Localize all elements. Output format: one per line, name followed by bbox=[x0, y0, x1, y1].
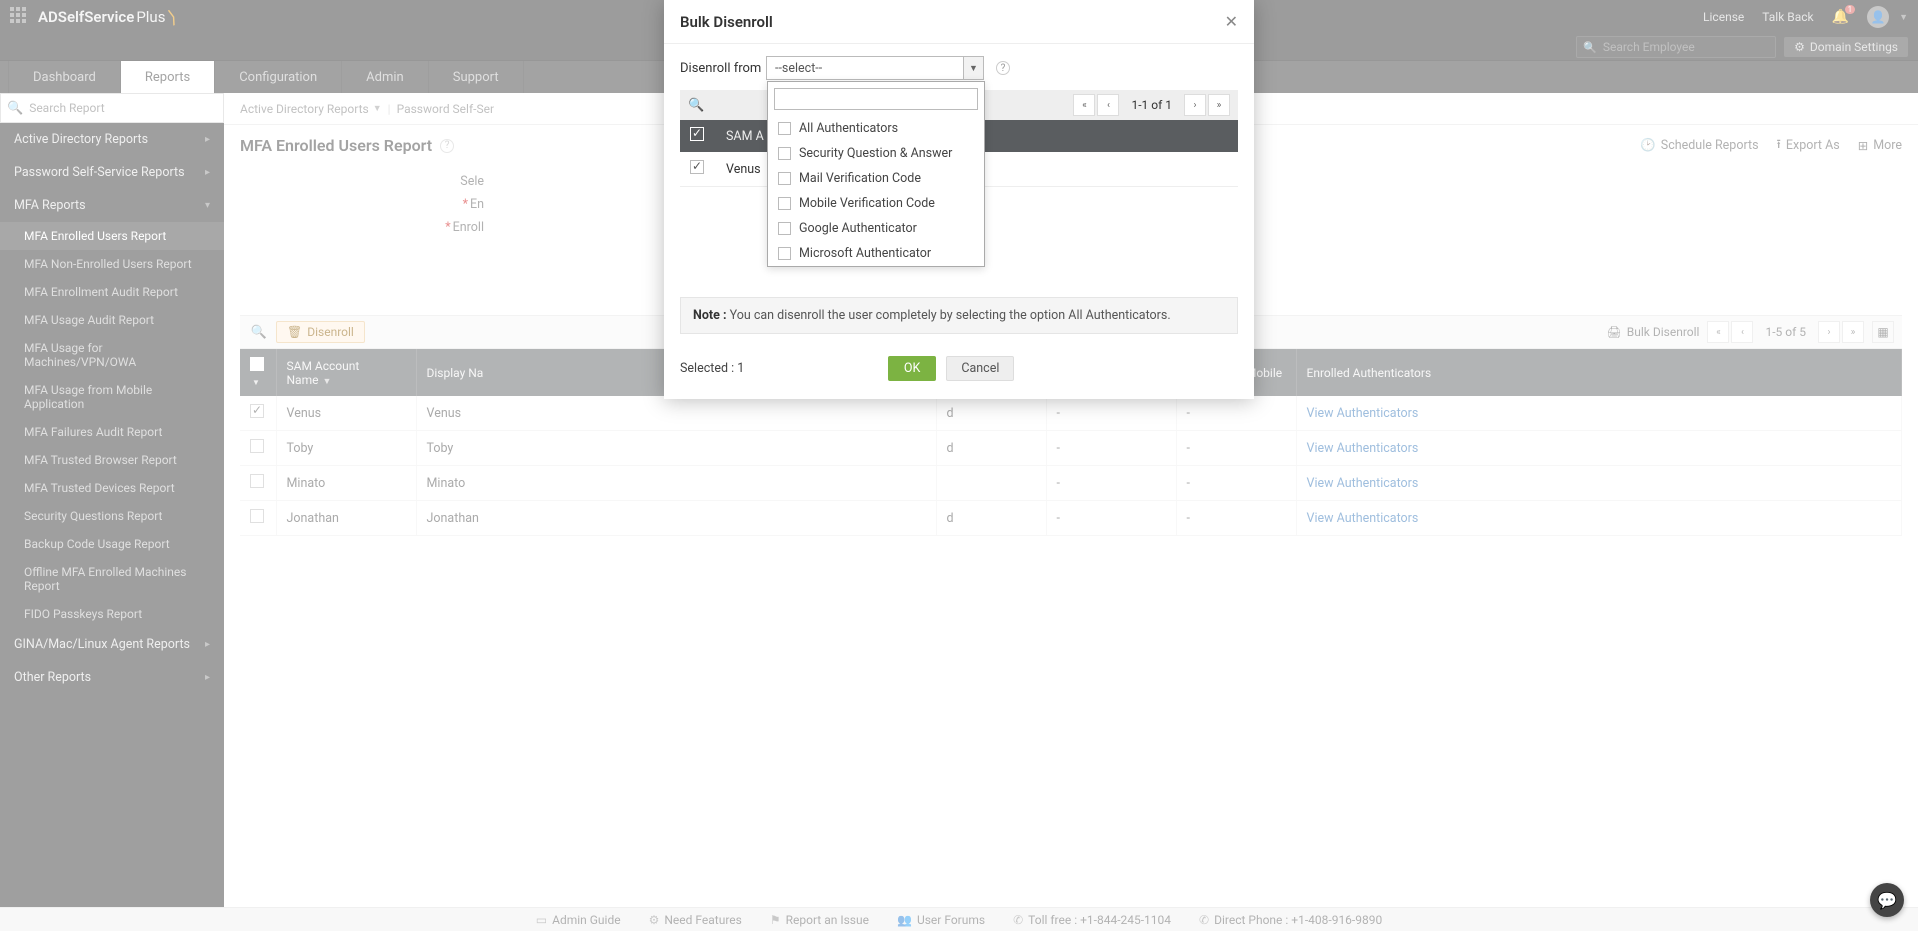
close-icon[interactable]: ✕ bbox=[1225, 12, 1238, 31]
disenroll-from-select[interactable]: --select-- ▼ All AuthenticatorsSecurity … bbox=[766, 56, 984, 80]
dropdown-panel: All AuthenticatorsSecurity Question & An… bbox=[767, 81, 985, 267]
modal-title: Bulk Disenroll bbox=[680, 13, 773, 31]
pager-next-button[interactable]: › bbox=[1184, 94, 1206, 116]
pager-first-button[interactable]: « bbox=[1073, 94, 1095, 116]
dropdown-option[interactable]: Microsoft Authenticator bbox=[768, 241, 984, 266]
option-checkbox[interactable] bbox=[778, 222, 791, 235]
select-all-checkbox[interactable] bbox=[690, 127, 704, 141]
dropdown-option[interactable]: Mobile Verification Code bbox=[768, 191, 984, 216]
option-checkbox[interactable] bbox=[778, 172, 791, 185]
dropdown-option[interactable]: Google Authenticator bbox=[768, 216, 984, 241]
bulk-disenroll-modal: Bulk Disenroll ✕ Disenroll from --select… bbox=[664, 0, 1254, 399]
dropdown-option[interactable]: Security Question & Answer bbox=[768, 141, 984, 166]
row-checkbox[interactable] bbox=[690, 160, 704, 174]
dropdown-option[interactable]: Mail Verification Code bbox=[768, 166, 984, 191]
dropdown-option[interactable]: All Authenticators bbox=[768, 116, 984, 141]
note-box: Note : You can disenroll the user comple… bbox=[680, 297, 1238, 334]
ok-button[interactable]: OK bbox=[888, 356, 936, 381]
pager-prev-button[interactable]: ‹ bbox=[1097, 94, 1119, 116]
selected-count: Selected : 1 bbox=[680, 361, 744, 376]
pager-text: 1-1 of 1 bbox=[1121, 98, 1182, 112]
option-checkbox[interactable] bbox=[778, 197, 791, 210]
option-checkbox[interactable] bbox=[778, 147, 791, 160]
help-icon[interactable]: ? bbox=[996, 61, 1010, 75]
option-checkbox[interactable] bbox=[778, 247, 791, 260]
disenroll-from-label: Disenroll from bbox=[680, 61, 766, 76]
cancel-button[interactable]: Cancel bbox=[946, 356, 1014, 381]
pager-last-button[interactable]: » bbox=[1208, 94, 1230, 116]
search-icon[interactable]: 🔍 bbox=[688, 98, 704, 113]
option-checkbox[interactable] bbox=[778, 122, 791, 135]
dropdown-search-input[interactable] bbox=[774, 88, 978, 110]
chat-fab-icon[interactable]: 💬 bbox=[1870, 883, 1904, 917]
chevron-down-icon[interactable]: ▼ bbox=[963, 57, 983, 79]
